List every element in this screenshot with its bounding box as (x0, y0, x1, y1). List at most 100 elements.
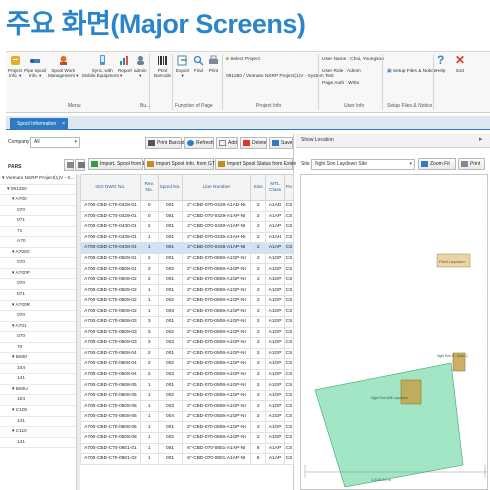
add-button[interactable]: Add (216, 137, 238, 149)
table-row[interactable]: A700-CBD-C70-0436-01 1 001 2"-CBD-070-0436-… (80, 242, 294, 254)
refresh-button[interactable]: Refresh (184, 137, 214, 149)
tree-node[interactable]: ▾ A700R (0, 301, 76, 312)
tree-node[interactable]: 104 (0, 395, 76, 407)
table-row[interactable]: A700-CBD-C70-0508-05 1 003 2"-CBD-070-0508-… (80, 400, 294, 412)
column-header[interactable]: Spool No. (157, 174, 183, 201)
tree-node[interactable]: 070 (0, 258, 76, 269)
table-cell: 2 (250, 358, 267, 370)
table-row[interactable]: A700-CBD-C70-0801-01 1 001 6"-CBD-070-0801-… (80, 442, 294, 455)
column-header[interactable]: Size (250, 174, 267, 201)
table-row[interactable]: A700-CBD-C70-0435-01 1 001 2"-CBD-070-0435-… (80, 231, 294, 244)
print-barcode-toolbar-button[interactable]: Print Barcode (145, 137, 187, 149)
tree-node[interactable]: 141 (0, 374, 76, 385)
table-row[interactable]: A700-CBD-C70-0508-02 1 002 2"-CBD-070-0508-… (80, 294, 294, 307)
map-canvas[interactable]: Field Laydown Nghi Son A/B Laydown Nghi … (301, 175, 488, 490)
close-tab-icon[interactable]: × (62, 118, 65, 130)
tree-node[interactable]: ▾ A700 (0, 195, 76, 206)
table-row[interactable]: A700-CBD-C70-0508-01 2 001 2"-CBD-070-0508-… (80, 252, 294, 265)
table-row[interactable]: A700-CBD-C70-0508-05 1 004 2"-CBD-070-0508-… (80, 410, 294, 423)
table-row[interactable]: A700-CBD-C70-0508-02 1 003 2"-CBD-070-0508-… (80, 305, 294, 317)
table-row[interactable]: A700-CBD-C70-0508-03 3 003 2"-CBD-070-0508-… (80, 337, 294, 349)
select-project-link[interactable]: ■ Select Project (226, 57, 260, 62)
location-map[interactable]: Field Laydown Nghi Son A/B Laydown Nghi … (300, 174, 488, 490)
tree-node[interactable]: 070 (0, 311, 76, 322)
print-button[interactable]: Print (208, 54, 219, 73)
zoom-fit-button[interactable]: Zoom Fit (418, 158, 456, 170)
map-print-button[interactable]: Print (458, 158, 485, 170)
table-row[interactable]: A700-CBD-C70-0801-02 1 001 6"-CBD-070-0801-… (80, 453, 294, 465)
column-header[interactable]: Rev. No. (139, 174, 159, 201)
report-button[interactable]: Report (118, 54, 132, 73)
laydown-area[interactable] (314, 362, 464, 488)
delete-button[interactable]: Delete (240, 137, 267, 149)
table-row[interactable]: A700-CBD-C70-0508-04 2 002 2"-CBD-070-0508-… (80, 358, 294, 370)
sync-mobile-button[interactable]: Sync. with Mobile Equipment ▾ (82, 54, 122, 79)
table-row[interactable]: A700-CBD-C70-0428-01 0 001 2"-CBD-070-0428-… (80, 200, 294, 212)
laydown-block[interactable] (400, 379, 422, 405)
tree-node[interactable]: A70 (0, 237, 76, 248)
tree-node[interactable]: ▾ A701 (0, 322, 76, 333)
table-cell: 2"-CBD-070-0508-A1GP-NI (181, 358, 252, 370)
admin-button[interactable]: admin ▾ (134, 54, 147, 79)
table-cell: CS (283, 231, 294, 244)
table-row[interactable]: A700-CBD-C70-0508-04 2 003 2"-CBD-070-0508-… (80, 368, 294, 381)
tree-node[interactable]: ▾ A700C (0, 248, 76, 259)
tree-node[interactable]: 104 (0, 364, 76, 375)
tree-node[interactable]: ▾ B600 (0, 353, 76, 364)
exit-button[interactable]: ✕ Exit (455, 54, 465, 73)
tab-spool-information[interactable]: Spool Information × (10, 118, 68, 130)
import-spool-status-button[interactable]: Import Spool Status from External Sys. (215, 158, 313, 170)
tree-node[interactable]: 141 (0, 417, 76, 428)
column-header[interactable]: Pa (283, 174, 294, 201)
company-select[interactable]: All ▾ (30, 137, 80, 148)
print-barcode-button[interactable]: Print Barcode (154, 54, 171, 79)
tree-node[interactable]: 070 (0, 279, 76, 291)
table-row[interactable]: A700-CBD-C70-0508-04 2 001 2"-CBD-070-0508-… (80, 347, 294, 360)
table-row[interactable]: A700-CBD-C70-0508-05 1 002 2"-CBD-070-0508-… (80, 389, 294, 402)
ribbon-separator (172, 54, 173, 110)
tree-node[interactable]: 070 (0, 206, 76, 217)
pars-label: PARS (8, 164, 22, 170)
table-row[interactable]: A700-CBD-C70-0508-02 2 001 2"-CBD-070-0508-… (80, 273, 294, 286)
table-row[interactable]: A700-CBD-C70-0508-05 1 001 2"-CBD-070-0508-… (80, 379, 294, 391)
setup-files-notice-button[interactable]: ▣ Setup Files & Notice (387, 69, 436, 74)
table-row[interactable]: A700-CBD-C70-0508-06 1 002 2"-CBD-070-0508-… (80, 432, 294, 444)
panel-pin-icon[interactable]: ▸ (479, 135, 483, 143)
tree-node[interactable]: 071 (0, 216, 76, 227)
import-spool-excel-button[interactable]: Import. Spool from Excel (88, 158, 155, 170)
pipe-spool-info-button[interactable]: Pipe Spool Info. ▾ (24, 54, 46, 79)
tree-node[interactable]: 70 (0, 343, 76, 354)
save-button[interactable]: Save (269, 137, 293, 149)
barcode-icon (148, 140, 155, 146)
table-row[interactable]: A700-CBD-C70-0508-02 1 001 2"-CBD-070-0508-… (80, 284, 294, 296)
table-row[interactable]: A700-CBD-C70-0508-06 1 001 2"-CBD-070-0508-… (80, 421, 294, 434)
import-spool-gtp-button[interactable]: Import Spool info. from GTP-3C (144, 158, 226, 170)
column-header[interactable]: MTL Class (265, 174, 285, 201)
tree-node[interactable]: 141 (0, 438, 76, 449)
spool-work-management-button[interactable]: Spool Work Management ▾ (48, 54, 78, 79)
tree-node[interactable]: ▾ Vietnam NSRP Project(1)V - S... (0, 174, 76, 185)
table-row[interactable]: A700-CBD-C70-0429-01 0 001 2"-CBD-070-0429-… (80, 210, 294, 223)
tree-node[interactable]: ▾ C110 (0, 427, 76, 438)
column-header[interactable]: ISO DWG No. (80, 174, 141, 201)
find-button[interactable]: Find (193, 54, 204, 73)
help-button[interactable]: ? Help (436, 54, 445, 73)
expand-tree-button[interactable] (64, 159, 74, 171)
tree-node[interactable]: ▾ C100 (0, 406, 76, 417)
table-row[interactable]: A700-CBD-C70-0508-03 3 001 2"-CBD-070-0508-… (80, 316, 294, 328)
tree-node[interactable]: 071 (0, 290, 76, 301)
column-header[interactable]: Line Number (181, 174, 252, 201)
table-row[interactable]: A700-CBD-C70-0508-01 2 002 2"-CBD-070-0508-… (80, 263, 294, 275)
tree-node[interactable]: ▾ B60U (0, 385, 76, 396)
export-button[interactable]: Export ▾ (176, 54, 189, 79)
tree-node[interactable]: ▾ A700P (0, 269, 76, 280)
collapse-tree-button[interactable] (75, 159, 85, 171)
site-select[interactable]: Nghi Son Laydown Site ▾ (311, 159, 415, 170)
tree-node[interactable]: 71 (0, 227, 76, 238)
project-info-button[interactable]: Project Info. ▾ (8, 54, 22, 79)
tree-node[interactable]: ▾ 091250 (0, 185, 76, 196)
table-row[interactable]: A700-CBD-C70-0430-01 2 001 2"-CBD-070-0430-… (80, 221, 294, 233)
tree-node[interactable]: 070 (0, 332, 76, 343)
table-row[interactable]: A700-CBD-C70-0508-03 3 002 2"-CBD-070-0508-… (80, 326, 294, 339)
exit-icon: ✕ (455, 53, 466, 67)
